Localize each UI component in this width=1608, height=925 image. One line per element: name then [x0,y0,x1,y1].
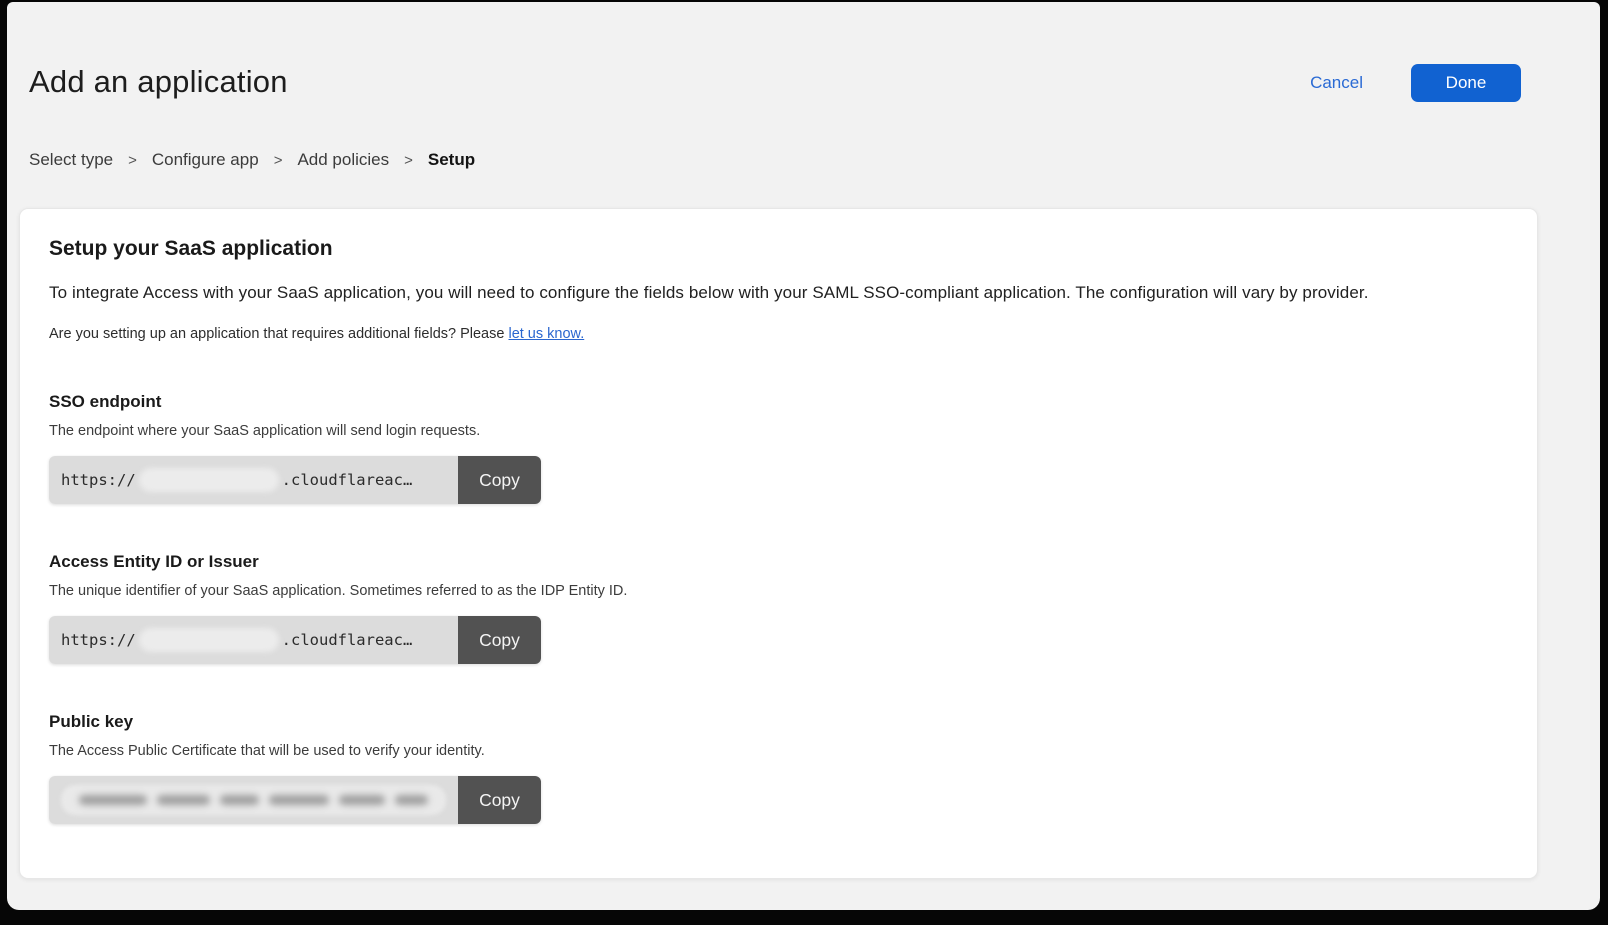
card-intro-text: To integrate Access with your SaaS appli… [49,283,1501,303]
copy-field: https:// .cloudflareac… Copy [49,616,541,664]
value-suffix: .cloudflareac… [282,471,413,489]
done-button[interactable]: Done [1411,64,1521,102]
field-label: Access Entity ID or Issuer [49,552,1501,572]
sso-endpoint-value: https:// .cloudflareac… [49,456,458,504]
field-group-sso-endpoint: SSO endpoint The endpoint where your Saa… [49,392,1501,504]
page-header: Add an application Cancel Done [7,2,1600,102]
value-prefix: https:// [61,471,136,489]
field-description: The unique identifier of your SaaS appli… [49,583,1501,599]
redacted-blur [139,628,279,652]
app-window: Add an application Cancel Done Select ty… [7,2,1600,910]
breadcrumb-step-configure-app[interactable]: Configure app [152,150,259,170]
card-heading: Setup your SaaS application [49,237,1501,261]
redacted-blur [139,468,279,492]
field-label: Public key [49,712,1501,732]
copy-button[interactable]: Copy [458,776,541,824]
breadcrumb-separator: > [128,152,137,169]
page-title: Add an application [29,64,288,100]
breadcrumb-step-setup: Setup [428,150,475,170]
field-label: SSO endpoint [49,392,1501,412]
field-group-public-key: Public key The Access Public Certificate… [49,712,1501,824]
redacted-blur [61,785,446,815]
value-prefix: https:// [61,631,136,649]
let-us-know-link[interactable]: let us know. [508,326,584,342]
header-actions: Cancel Done [1304,64,1521,102]
breadcrumb-separator: > [274,152,283,169]
card-note: Are you setting up an application that r… [49,326,1501,342]
access-entity-id-value: https:// .cloudflareac… [49,616,458,664]
field-group-access-entity-id: Access Entity ID or Issuer The unique id… [49,552,1501,664]
copy-button[interactable]: Copy [458,616,541,664]
setup-card: Setup your SaaS application To integrate… [19,208,1538,879]
cancel-button[interactable]: Cancel [1304,72,1369,94]
copy-button[interactable]: Copy [458,456,541,504]
breadcrumb-step-select-type[interactable]: Select type [29,150,113,170]
copy-field: Copy [49,776,541,824]
breadcrumb-separator: > [404,152,413,169]
value-suffix: .cloudflareac… [282,631,413,649]
breadcrumb: Select type > Configure app > Add polici… [7,150,1600,170]
public-key-value [49,776,458,824]
copy-field: https:// .cloudflareac… Copy [49,456,541,504]
card-note-text: Are you setting up an application that r… [49,326,508,342]
field-description: The endpoint where your SaaS application… [49,423,1501,439]
field-description: The Access Public Certificate that will … [49,743,1501,759]
breadcrumb-step-add-policies[interactable]: Add policies [297,150,389,170]
